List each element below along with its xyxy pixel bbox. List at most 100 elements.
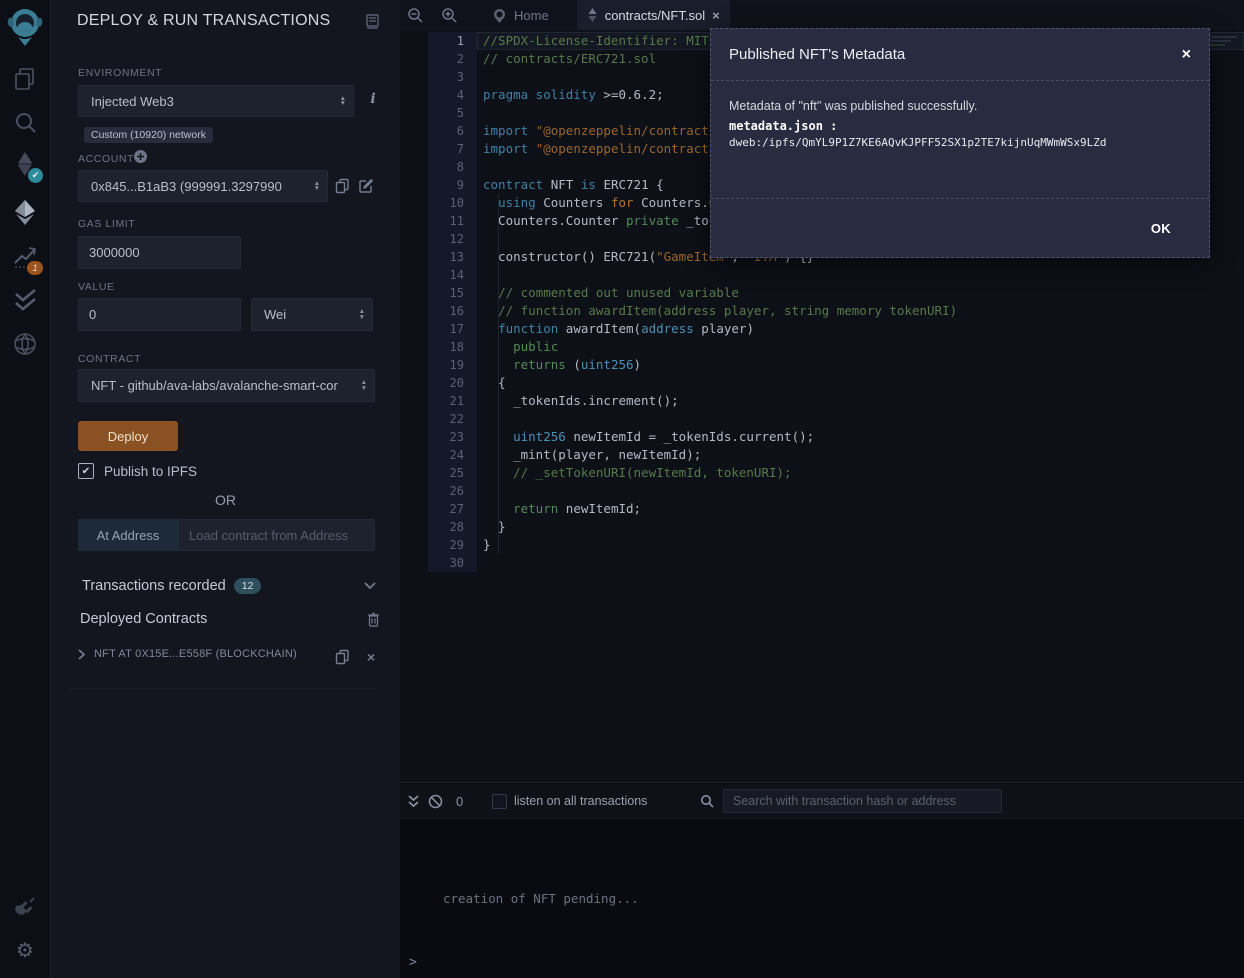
terminal-search-wrap bbox=[723, 789, 1002, 813]
or-divider: OR bbox=[51, 492, 400, 508]
settings-gear-icon[interactable]: ⚙ bbox=[0, 938, 50, 962]
network-badge: Custom (10920) network bbox=[84, 127, 213, 143]
select-arrows-icon: ▲▼ bbox=[314, 181, 320, 192]
line-number: 1 bbox=[428, 32, 477, 50]
documentation-book-icon[interactable] bbox=[365, 14, 380, 30]
modal-ipfs-url: dweb:/ipfs/QmYL9P1Z7KE6AQvKJPFF52SX1p2TE… bbox=[729, 136, 1191, 149]
code-line[interactable]: } bbox=[483, 536, 1244, 554]
line-number: 7 bbox=[428, 140, 477, 158]
line-number: 28 bbox=[428, 518, 477, 536]
code-line[interactable]: returns (uint256) bbox=[483, 356, 1244, 374]
solidity-compiler-icon[interactable]: ✔ bbox=[0, 150, 50, 184]
tab-contracts-nft-sol[interactable]: contracts/NFT.sol × bbox=[577, 0, 730, 30]
remove-contract-icon[interactable]: × bbox=[367, 649, 375, 665]
code-line[interactable]: } bbox=[483, 518, 1244, 536]
trash-icon[interactable] bbox=[367, 612, 380, 627]
search-icon[interactable] bbox=[0, 110, 50, 135]
tab-home[interactable]: Home bbox=[482, 0, 559, 30]
close-tab-icon[interactable]: × bbox=[712, 8, 720, 23]
line-number: 21 bbox=[428, 392, 477, 410]
code-line[interactable]: // function awardItem(address player, st… bbox=[483, 302, 1244, 320]
line-number-gutter: 1234567891011121314151617181920212223242… bbox=[428, 32, 477, 572]
compiler-success-badge: ✔ bbox=[28, 168, 43, 183]
code-line[interactable]: // _setTokenURI(newItemId, tokenURI); bbox=[483, 464, 1244, 482]
transactions-count-badge: 12 bbox=[234, 578, 262, 594]
indent-guide bbox=[498, 194, 499, 554]
deploy-run-icon[interactable] bbox=[0, 198, 50, 226]
chevron-right-icon bbox=[78, 649, 85, 660]
remix-home-icon bbox=[492, 8, 507, 23]
at-address-input[interactable] bbox=[179, 528, 374, 543]
globe-plugin-icon[interactable] bbox=[0, 331, 50, 357]
line-number: 17 bbox=[428, 320, 477, 338]
listen-transactions-label: listen on all transactions bbox=[514, 784, 647, 818]
value-unit-select[interactable]: Wei ▲▼ bbox=[251, 298, 373, 331]
code-line[interactable]: return newItemId; bbox=[483, 500, 1244, 518]
account-select[interactable]: 0x845...B1aB3 (999991.3297990 ▲▼ bbox=[78, 170, 328, 202]
deployed-contract-item[interactable]: NFT AT 0X15E...E558F (BLOCKCHAIN) bbox=[78, 648, 297, 660]
line-number: 27 bbox=[428, 500, 477, 518]
line-number: 26 bbox=[428, 482, 477, 500]
line-number: 19 bbox=[428, 356, 477, 374]
modal-header: Published NFT's Metadata × bbox=[711, 29, 1209, 81]
analytics-plugin-icon[interactable]: 1 bbox=[0, 243, 50, 270]
terminal-prompt[interactable]: > bbox=[409, 955, 417, 970]
pending-count: 0 bbox=[456, 784, 463, 818]
collapse-terminal-icon[interactable] bbox=[408, 784, 419, 818]
line-number: 18 bbox=[428, 338, 477, 356]
minimap[interactable] bbox=[1211, 34, 1241, 48]
panel-title: DEPLOY & RUN TRANSACTIONS bbox=[77, 12, 330, 30]
clear-console-icon[interactable] bbox=[428, 784, 443, 818]
add-account-icon[interactable] bbox=[134, 150, 147, 163]
listen-transactions-checkbox[interactable] bbox=[492, 784, 507, 818]
line-number: 13 bbox=[428, 248, 477, 266]
publish-ipfs-checkbox[interactable]: ✔ bbox=[78, 463, 94, 479]
icon-rail: ✔ 1 bbox=[0, 0, 51, 978]
line-number: 29 bbox=[428, 536, 477, 554]
code-line[interactable]: public bbox=[483, 338, 1244, 356]
line-number: 9 bbox=[428, 176, 477, 194]
at-address-button[interactable]: At Address bbox=[78, 519, 178, 551]
copy-account-icon[interactable] bbox=[335, 178, 350, 194]
copy-contract-icon[interactable] bbox=[335, 649, 350, 665]
transactions-recorded-row[interactable]: Transactions recorded 12 bbox=[82, 578, 372, 594]
environment-select[interactable]: Injected Web3 ▲▼ bbox=[78, 85, 354, 117]
remix-ide-window: ✔ 1 bbox=[0, 0, 1244, 978]
line-number: 5 bbox=[428, 104, 477, 122]
transactions-recorded-label: Transactions recorded bbox=[82, 578, 226, 594]
modal-title: Published NFT's Metadata bbox=[729, 46, 1182, 63]
line-number: 8 bbox=[428, 158, 477, 176]
file-explorer-icon[interactable] bbox=[0, 66, 50, 92]
terminal-search-input[interactable] bbox=[724, 794, 1001, 808]
code-line[interactable]: // commented out unused variable bbox=[483, 284, 1244, 302]
code-line[interactable]: function awardItem(address player) bbox=[483, 320, 1244, 338]
zoom-in-icon[interactable] bbox=[434, 0, 464, 30]
code-line[interactable]: _tokenIds.increment(); bbox=[483, 392, 1244, 410]
remix-logo[interactable] bbox=[0, 4, 50, 48]
edit-account-icon[interactable] bbox=[358, 178, 374, 194]
code-line[interactable] bbox=[483, 410, 1244, 428]
modal-close-icon[interactable]: × bbox=[1182, 47, 1191, 63]
code-line[interactable] bbox=[483, 482, 1244, 500]
select-arrows-icon: ▲▼ bbox=[340, 96, 346, 107]
value-input[interactable] bbox=[79, 307, 240, 322]
select-arrows-icon: ▲▼ bbox=[359, 309, 365, 320]
code-line[interactable]: _mint(player, newItemId); bbox=[483, 446, 1244, 464]
deploy-button[interactable]: Deploy bbox=[78, 421, 178, 451]
solidity-file-icon bbox=[587, 8, 598, 23]
plugin-manager-icon[interactable] bbox=[0, 895, 50, 919]
editor-tabbar: Home contracts/NFT.sol × bbox=[400, 0, 1244, 30]
chevron-down-icon[interactable] bbox=[364, 582, 376, 590]
code-line[interactable]: { bbox=[483, 374, 1244, 392]
unit-testing-icon[interactable] bbox=[0, 288, 50, 313]
notification-badge: 1 bbox=[27, 261, 43, 275]
environment-info-icon[interactable]: i bbox=[367, 91, 379, 107]
modal-ok-button[interactable]: OK bbox=[1145, 220, 1177, 237]
code-line[interactable]: uint256 newItemId = _tokenIds.current(); bbox=[483, 428, 1244, 446]
code-line[interactable] bbox=[483, 266, 1244, 284]
contract-select[interactable]: NFT - github/ava-labs/avalanche-smart-co… bbox=[78, 369, 375, 402]
modal-body: Metadata of "nft" was published successf… bbox=[711, 81, 1209, 199]
gas-limit-input[interactable] bbox=[79, 245, 240, 260]
code-line[interactable] bbox=[483, 554, 1244, 572]
zoom-out-icon[interactable] bbox=[400, 0, 430, 30]
